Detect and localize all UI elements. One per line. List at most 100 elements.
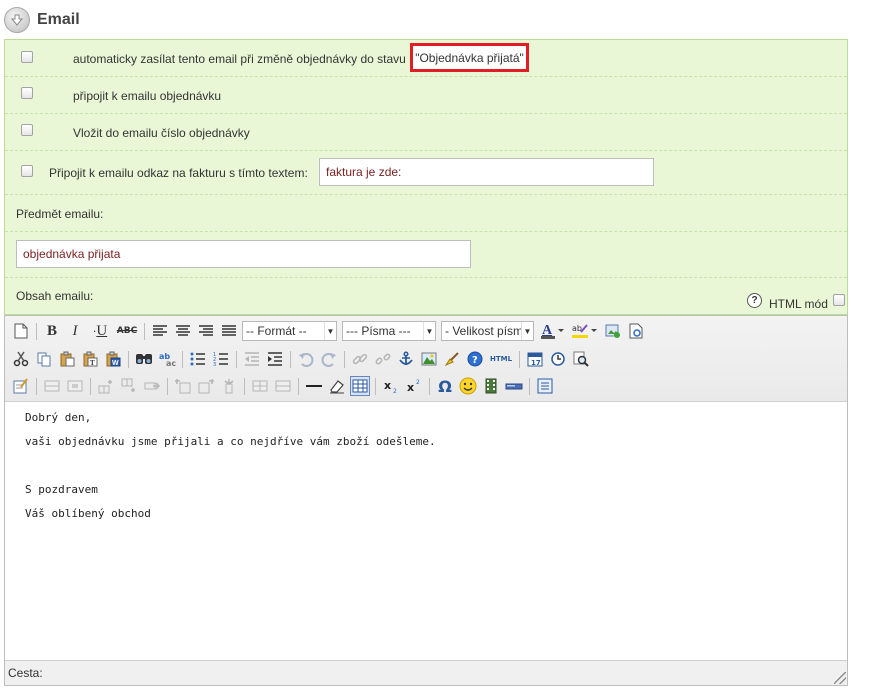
toolbar-separator [236, 350, 237, 368]
italic-button[interactable]: I [65, 321, 85, 341]
paste-word-icon[interactable]: W [103, 349, 123, 369]
html-source-icon[interactable]: HTML [488, 349, 514, 369]
editor-content-area[interactable]: Dobrý den, vaši objednávku jsme přijali … [5, 402, 847, 660]
svg-text:ab: ab [572, 324, 582, 333]
rich-text-editor: B I · U ABC -- Formát -- ▼ --- Písma ---… [4, 315, 848, 686]
edit-css-icon[interactable] [11, 376, 31, 396]
insert-image-icon[interactable] [603, 321, 623, 341]
zoom-preview-icon[interactable] [571, 349, 591, 369]
html-mode-label: HTML mód [769, 297, 828, 311]
insert-layer-icon[interactable] [504, 376, 524, 396]
find-icon[interactable] [134, 349, 154, 369]
split-cells-icon[interactable] [250, 376, 270, 396]
invoice-link-label: Připojit k emailu odkaz na fakturu s tím… [49, 166, 308, 180]
resize-grip-icon[interactable] [834, 672, 846, 684]
superscript-icon[interactable]: x2 [404, 376, 424, 396]
subscript-icon[interactable]: x2 [381, 376, 401, 396]
align-center-icon[interactable] [173, 321, 193, 341]
editor-statusbar: Cesta: [5, 660, 847, 685]
undo-icon[interactable] [296, 349, 316, 369]
help-icon[interactable]: ? [465, 349, 485, 369]
paste-icon[interactable] [57, 349, 77, 369]
order-status-highlight: "Objednávka přijatá" [410, 43, 529, 72]
toolbar-separator [290, 350, 291, 368]
replace-icon[interactable]: ab ac [157, 349, 177, 369]
background-color-icon[interactable]: ab [570, 321, 600, 341]
font-select[interactable]: --- Písma --- ▼ [342, 321, 436, 341]
path-label: Cesta: [8, 666, 43, 680]
text-color-icon[interactable]: A [539, 321, 567, 341]
copy-icon[interactable] [34, 349, 54, 369]
order-status-value: "Objednávka přijatá" [415, 50, 524, 65]
subject-input[interactable]: objednávka přijata [16, 240, 471, 268]
question-icon[interactable]: ? [747, 293, 762, 308]
html-mode-checkbox[interactable] [833, 294, 845, 306]
toolbar-separator [90, 377, 91, 395]
insert-column-before-icon[interactable] [173, 376, 193, 396]
unlink-icon[interactable] [373, 349, 393, 369]
collapse-arrow-icon[interactable] [4, 7, 30, 33]
content-line: vaši objednávku jsme přijali a co nejdří… [25, 435, 436, 448]
remove-format-icon[interactable] [327, 376, 347, 396]
font-size-select[interactable]: - Velikost písm ▼ [441, 321, 534, 341]
strikethrough-button[interactable]: ABC [115, 321, 139, 341]
anchor-icon[interactable] [396, 349, 416, 369]
outdent-icon[interactable] [242, 349, 262, 369]
visual-aid-icon[interactable] [350, 376, 370, 396]
email-section-header[interactable]: Email [4, 6, 80, 34]
auto-send-row: automaticky zasílat tento email při změn… [5, 40, 847, 77]
paste-text-icon[interactable]: T [80, 349, 100, 369]
media-icon[interactable] [481, 376, 501, 396]
svg-text:?: ? [472, 355, 478, 366]
toolbar-separator [128, 350, 129, 368]
bold-button[interactable]: B [42, 321, 62, 341]
indent-icon[interactable] [265, 349, 285, 369]
link-icon[interactable] [350, 349, 370, 369]
svg-text:T: T [90, 359, 95, 367]
insert-number-label: Vložit do emailu číslo objednávky [73, 126, 250, 140]
horizontal-rule-icon[interactable] [304, 376, 324, 396]
table-row-props-icon[interactable] [42, 376, 62, 396]
svg-text:ac: ac [166, 359, 176, 367]
special-char-icon[interactable]: Ω [435, 376, 455, 396]
delete-column-icon[interactable] [219, 376, 239, 396]
page-break-icon[interactable] [535, 376, 555, 396]
align-right-icon[interactable] [196, 321, 216, 341]
attach-order-checkbox[interactable] [21, 87, 33, 99]
svg-text:x: x [407, 381, 414, 394]
underline-button[interactable]: · U [88, 321, 112, 341]
redo-icon[interactable] [319, 349, 339, 369]
format-select-value: -- Formát -- [246, 324, 307, 338]
chevron-down-icon: ▼ [521, 322, 533, 340]
align-left-icon[interactable] [150, 321, 170, 341]
delete-row-icon[interactable] [142, 376, 162, 396]
insert-row-after-icon[interactable] [119, 376, 139, 396]
section-title: Email [37, 11, 80, 28]
insert-row-before-icon[interactable] [96, 376, 116, 396]
cut-icon[interactable] [11, 349, 31, 369]
insert-number-checkbox[interactable] [21, 124, 33, 136]
insert-picture-icon[interactable] [419, 349, 439, 369]
time-icon[interactable] [548, 349, 568, 369]
new-document-icon[interactable] [11, 321, 31, 341]
content-line: Dobrý den, [25, 411, 92, 424]
svg-text:17: 17 [531, 359, 541, 367]
preview-icon[interactable] [626, 321, 646, 341]
cleanup-icon[interactable] [442, 349, 462, 369]
format-select[interactable]: -- Formát -- ▼ [242, 321, 337, 341]
invoice-link-text-input[interactable]: faktura je zde: [319, 158, 654, 186]
emoticon-icon[interactable] [458, 376, 478, 396]
insert-column-after-icon[interactable] [196, 376, 216, 396]
merge-cells-icon[interactable] [273, 376, 293, 396]
underline-glyph: U [96, 322, 108, 339]
toolbar-separator [244, 377, 245, 395]
numbered-list-icon[interactable]: 123 [211, 349, 231, 369]
bullet-list-icon[interactable] [188, 349, 208, 369]
table-cell-props-icon[interactable] [65, 376, 85, 396]
toolbar-separator [36, 377, 37, 395]
attach-order-row: připojit k emailu objednávku [5, 77, 847, 114]
align-justify-icon[interactable] [219, 321, 239, 341]
invoice-link-checkbox[interactable] [21, 165, 33, 177]
auto-send-checkbox[interactable] [21, 51, 33, 63]
date-icon[interactable]: 17 [525, 349, 545, 369]
